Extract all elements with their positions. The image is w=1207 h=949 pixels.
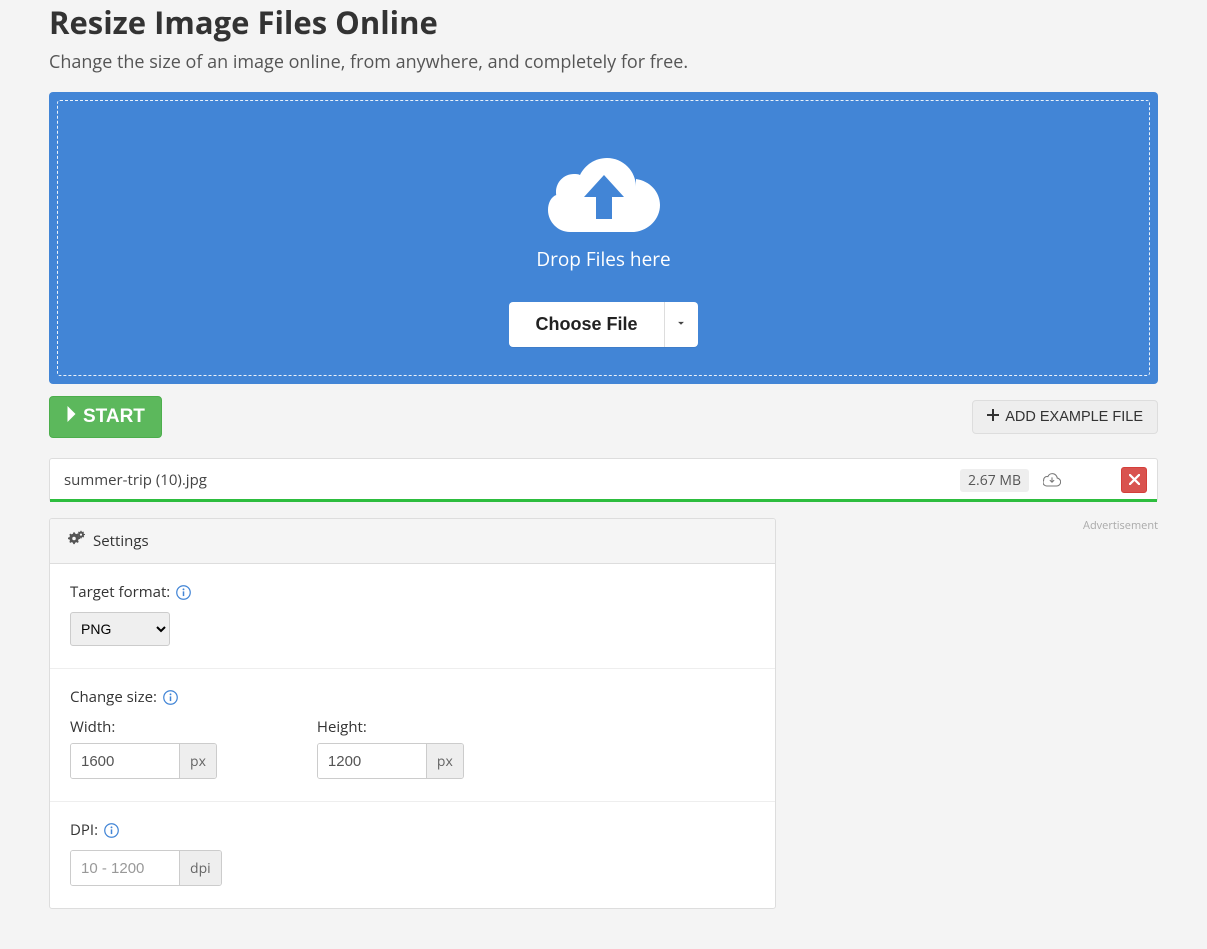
- change-size-label: Change size:: [70, 687, 157, 707]
- remove-file-button[interactable]: [1121, 467, 1147, 493]
- page-title: Resize Image Files Online: [49, 0, 1158, 44]
- info-icon[interactable]: [163, 690, 178, 705]
- add-example-label: ADD EXAMPLE FILE: [1005, 409, 1143, 425]
- change-size-section: Change size: Width: px: [50, 669, 775, 802]
- height-unit: px: [426, 744, 463, 778]
- dpi-section: DPI: dpi: [50, 802, 775, 908]
- width-label: Width:: [70, 717, 115, 737]
- target-format-label: Target format:: [70, 582, 170, 602]
- file-size-badge: 2.67 MB: [960, 469, 1029, 492]
- close-icon: [1129, 473, 1140, 488]
- plus-icon: [987, 409, 999, 425]
- cloud-upload-icon: [548, 153, 660, 238]
- advertisement-label: Advertisement: [816, 518, 1158, 533]
- dropzone-inner: Drop Files here Choose File: [57, 100, 1150, 376]
- start-button-label: START: [83, 406, 145, 428]
- page-subtitle: Change the size of an image online, from…: [49, 50, 1158, 74]
- target-format-section: Target format: PNG: [50, 564, 775, 669]
- file-name: summer-trip (10).jpg: [64, 470, 960, 490]
- gears-icon: [68, 530, 85, 552]
- choose-file-more-button[interactable]: [664, 302, 698, 347]
- dpi-label: DPI:: [70, 820, 98, 840]
- width-input[interactable]: [71, 744, 179, 778]
- chevron-right-icon: [66, 405, 77, 429]
- dpi-unit: dpi: [179, 851, 221, 885]
- dropzone[interactable]: Drop Files here Choose File: [49, 92, 1158, 384]
- target-format-select[interactable]: PNG: [70, 612, 170, 646]
- width-unit: px: [179, 744, 216, 778]
- height-input[interactable]: [318, 744, 426, 778]
- drop-label: Drop Files here: [68, 246, 1139, 272]
- settings-panel: Settings Target format: PNG: [49, 518, 776, 909]
- chevron-down-icon: [674, 316, 688, 333]
- choose-file-button[interactable]: Choose File: [509, 302, 663, 347]
- cloud-save-icon[interactable]: [1043, 473, 1061, 487]
- file-row: summer-trip (10).jpg 2.67 MB: [49, 458, 1158, 502]
- settings-heading: Settings: [50, 519, 775, 564]
- dpi-input[interactable]: [71, 851, 179, 885]
- add-example-file-button[interactable]: ADD EXAMPLE FILE: [972, 400, 1158, 434]
- info-icon[interactable]: [176, 585, 191, 600]
- settings-heading-label: Settings: [93, 531, 149, 551]
- info-icon[interactable]: [104, 823, 119, 838]
- start-button[interactable]: START: [49, 396, 162, 438]
- height-label: Height:: [317, 717, 367, 737]
